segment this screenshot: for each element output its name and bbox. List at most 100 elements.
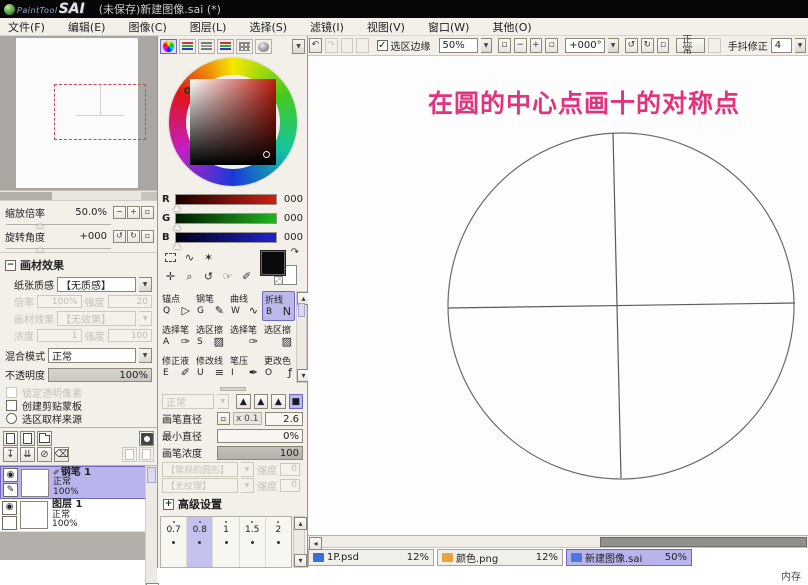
transfer-down-button[interactable]: ↧	[3, 447, 18, 462]
brush-edge-shape-3[interactable]: ▲	[271, 394, 285, 409]
invert-selection-button[interactable]	[356, 38, 369, 53]
brush-texture-select[interactable]: 【无纹理】	[162, 478, 238, 493]
tool-pen[interactable]: 钢笔 G✎	[194, 291, 227, 321]
zoom-percent-select[interactable]: 50%	[439, 38, 479, 53]
navigator-zoom-slider[interactable]	[6, 221, 111, 225]
menu-window[interactable]: 窗口(W)	[420, 19, 484, 35]
menu-canvas[interactable]: 图像(C)	[120, 19, 181, 35]
brush-blend-dropdown-icon[interactable]: ▼	[217, 394, 229, 409]
swap-colors-icon[interactable]: ↷	[291, 247, 299, 258]
menu-layer[interactable]: 图层(L)	[182, 19, 242, 35]
new-layer-button[interactable]	[3, 431, 18, 446]
nav-rotate-reset-button[interactable]: ▫	[141, 230, 154, 243]
selection-source-radio[interactable]	[6, 413, 17, 424]
brush-size-1[interactable]: 1	[213, 517, 239, 567]
layer-mask-button[interactable]	[139, 431, 154, 446]
nav-zoom-out-button[interactable]: −	[113, 206, 126, 219]
paper-texture-select[interactable]: 【无质感】	[57, 277, 136, 292]
delete-layer-button[interactable]: ⌫	[54, 447, 69, 462]
zoom-out-button[interactable]: −	[514, 38, 527, 53]
brush-shape-dropdown-icon[interactable]: ▼	[241, 462, 254, 477]
tool-select-pen[interactable]: 选择笔 A✑	[160, 322, 193, 352]
doc-tab-color-png[interactable]: 颜色.png 12%	[437, 549, 563, 566]
canvas-hscrollbar-thumb[interactable]	[600, 537, 807, 547]
selection-edge-checkbox[interactable]: ✓	[377, 40, 387, 51]
magic-wand-tool[interactable]: ✶	[200, 249, 217, 266]
brush-size-2[interactable]: 2	[266, 517, 291, 567]
green-slider[interactable]	[175, 213, 277, 224]
new-layer-set-button[interactable]	[37, 431, 52, 446]
brush-edge-shape-4[interactable]: ■	[289, 394, 303, 409]
brush-edge-shape-2[interactable]: ▲	[254, 394, 268, 409]
lock-layer-button[interactable]	[122, 447, 137, 462]
clipping-mask-checkbox[interactable]	[6, 400, 17, 411]
hsv-sliders-tab[interactable]	[198, 39, 215, 54]
rect-select-tool[interactable]	[162, 249, 179, 266]
zoom-fit-button[interactable]: ▫	[498, 38, 511, 53]
menu-selection[interactable]: 选择(S)	[241, 19, 302, 35]
color-mixer-tab[interactable]	[217, 39, 234, 54]
layer-edit-target-toggle[interactable]: ✎	[3, 483, 18, 497]
panel-resize-grip[interactable]	[220, 387, 246, 391]
menu-view[interactable]: 视图(V)	[359, 19, 420, 35]
hand-tool[interactable]: ☞	[219, 268, 236, 285]
nav-rotate-ccw-button[interactable]: ↺	[113, 230, 126, 243]
nav-zoom-reset-button[interactable]: ▫	[141, 206, 154, 219]
tool-select-eraser[interactable]: 选区擦 S▨	[194, 322, 227, 352]
material-effect-select[interactable]: 【无效果】	[57, 311, 136, 326]
foreground-color-swatch[interactable]	[261, 251, 285, 275]
navigator-preview[interactable]	[0, 36, 157, 191]
rgb-sliders-tab[interactable]	[179, 39, 196, 54]
brush-edge-shape-1[interactable]: ▲	[236, 394, 250, 409]
size-palette-scroll-down-button[interactable]: ▾	[294, 554, 307, 567]
flip-view-button[interactable]	[708, 38, 721, 53]
blend-mode-dropdown-icon[interactable]: ▼	[139, 348, 152, 363]
clear-layer-button[interactable]: ⊘	[37, 447, 52, 462]
rotate-cw-button[interactable]: ↻	[641, 38, 654, 53]
zoom-reset-button[interactable]: ▫	[545, 38, 558, 53]
menu-file[interactable]: 文件(F)	[0, 19, 60, 35]
brush-size-1.5[interactable]: 1.5	[240, 517, 266, 567]
stabilizer-select[interactable]: 4	[771, 38, 792, 53]
view-normal-button[interactable]: 正常	[676, 38, 705, 53]
layer-list-vscrollbar[interactable]: ▾	[145, 466, 157, 585]
layer-item-pen1[interactable]: ◉ ✎ ✐钢笔 1 正常 100%	[0, 466, 146, 499]
menu-edit[interactable]: 编辑(E)	[60, 19, 121, 35]
brush-size-unit-button[interactable]: ▫	[217, 412, 230, 425]
brush-size-slider[interactable]: 2.6	[265, 412, 304, 426]
layer-item-layer1[interactable]: ◉ 图层 1 正常 100%	[0, 499, 146, 532]
size-palette-scrollbar[interactable]: ▴ ▾	[293, 516, 305, 568]
canvas-scroll-left-button[interactable]: ◂	[309, 537, 322, 550]
saturation-value-square[interactable]	[190, 79, 276, 165]
redo-button[interactable]: ↷	[325, 38, 338, 53]
brush-blend-mode-select[interactable]: 正常	[162, 394, 214, 409]
canvas-hscrollbar[interactable]: ◂	[308, 535, 808, 548]
color-wheel-tab[interactable]	[160, 39, 177, 54]
brush-texture-dropdown-icon[interactable]: ▼	[241, 478, 254, 493]
move-tool[interactable]: ✛	[162, 268, 179, 285]
color-panel-menu-button[interactable]: ▼	[292, 39, 305, 54]
zoom-dropdown-icon[interactable]: ▼	[481, 38, 492, 53]
zoom-tool[interactable]: ⌕	[181, 268, 198, 285]
tool-edit-line[interactable]: 修改线 U≡	[194, 353, 227, 383]
layer-visibility-toggle[interactable]: ◉	[3, 468, 18, 482]
layer-opacity-slider[interactable]: 100%	[48, 368, 152, 382]
red-slider[interactable]	[175, 194, 277, 205]
tool-correction-fluid[interactable]: 修正液 E✐	[160, 353, 193, 383]
menu-filter[interactable]: 滤镜(I)	[302, 19, 359, 35]
navigator-angle-slider-thumb[interactable]	[36, 247, 44, 252]
layer-edit-target-toggle[interactable]	[2, 516, 17, 530]
tool-anchor[interactable]: 锚点 Q▷	[160, 291, 193, 321]
rotation-angle-select[interactable]: +000°	[565, 38, 605, 53]
deselect-button[interactable]	[341, 38, 354, 53]
tool-select-pen-2[interactable]: 选择笔 ✑	[228, 322, 261, 352]
tool-recolor[interactable]: 更改色 Oƒ	[262, 353, 295, 383]
advanced-settings-expand-icon[interactable]: +	[163, 499, 174, 510]
undo-button[interactable]: ↶	[309, 38, 322, 53]
green-slider-thumb[interactable]	[173, 224, 181, 230]
brush-shape-select[interactable]: 【常规的圆形】	[162, 462, 238, 477]
red-slider-thumb[interactable]	[173, 205, 181, 211]
tool-pressure[interactable]: 笔压 I✒	[228, 353, 261, 383]
navigator-viewport-rect[interactable]	[54, 84, 146, 140]
new-linework-layer-button[interactable]	[20, 431, 35, 446]
